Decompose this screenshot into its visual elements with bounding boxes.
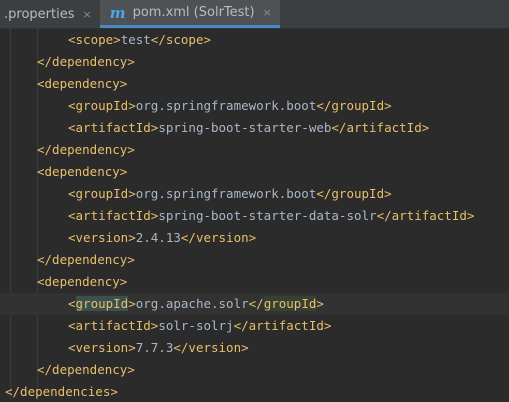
tab-label: pom.xml (SolrTest) [132, 5, 255, 20]
xml-tag: <scope> [68, 32, 121, 47]
xml-tag: > [316, 296, 324, 311]
xml-tag: <version> [68, 230, 136, 245]
xml-tag: </dependency> [37, 54, 135, 69]
code-line-6: </dependency> [0, 139, 509, 161]
xml-tag: <artifactId> [68, 318, 159, 333]
xml-tag: </dependency> [37, 362, 135, 377]
xml-text: org.springframework.boot [135, 98, 317, 113]
xml-tag: <version> [68, 340, 136, 355]
xml-tag: </artifactId> [233, 318, 332, 333]
code-line-7: <dependency> [0, 161, 509, 183]
tab-pom-xml[interactable]: m pom.xml (SolrTest) × [99, 0, 280, 28]
xml-tag: </version> [173, 340, 249, 355]
maven-file-icon: m [109, 3, 126, 22]
tab-properties[interactable]: .properties × [0, 0, 100, 28]
code-line-14: <artifactId>solr-solrj</artifactId> [0, 315, 509, 337]
code-line-17: </dependencies> [0, 381, 509, 402]
close-icon[interactable]: × [263, 6, 272, 19]
ide-window: .properties × m pom.xml (SolrTest) × <sc… [0, 0, 509, 402]
code-line-16: </dependency> [0, 359, 509, 381]
code-editor[interactable]: <scope>test</scope> </dependency> <depen… [0, 29, 509, 402]
xml-tag: <dependency> [37, 164, 128, 179]
matched-tag-name: groupId [263, 296, 317, 311]
xml-text: 7.7.3 [135, 340, 174, 355]
xml-tag: </version> [180, 230, 257, 245]
xml-tag: </groupId> [316, 186, 392, 201]
xml-text: solr-solrj [158, 318, 234, 333]
xml-text: spring-boot-starter-data-solr [158, 208, 377, 223]
xml-tag: </artifactId> [331, 120, 430, 135]
tab-label: .properties [4, 6, 75, 22]
xml-text: spring-boot-starter-web [158, 120, 332, 135]
code-line-8: <groupId>org.springframework.boot</group… [0, 183, 509, 205]
xml-tag: <artifactId> [68, 120, 159, 135]
xml-text: test [120, 32, 151, 47]
xml-tag: </dependency> [37, 252, 135, 267]
code-line-13: <groupId>org.apache.solr</groupId> [0, 293, 509, 315]
xml-tag: </ [248, 296, 264, 311]
code-line-4: <groupId>org.springframework.boot</group… [0, 95, 509, 117]
code-line-2: </dependency> [0, 51, 509, 73]
xml-tag: > [128, 296, 136, 311]
xml-tag: <groupId> [68, 186, 136, 201]
code-line-3: <dependency> [0, 73, 509, 95]
xml-tag: <artifactId> [68, 208, 159, 223]
xml-text: org.springframework.boot [135, 186, 317, 201]
editor-tab-bar: .properties × m pom.xml (SolrTest) × [0, 0, 509, 29]
code-line-1: <scope>test</scope> [0, 29, 509, 51]
code-line-12: <dependency> [0, 271, 509, 293]
xml-tag: < [68, 296, 76, 311]
xml-tag: <dependency> [37, 274, 128, 289]
code-line-9: <artifactId>spring-boot-starter-data-sol… [0, 205, 509, 227]
xml-text: 2.4.13 [135, 230, 181, 245]
xml-tag: </scope> [150, 32, 212, 47]
xml-tag: </artifactId> [376, 208, 475, 223]
xml-text: org.apache.solr [135, 296, 249, 311]
code-line-11: </dependency> [0, 249, 509, 271]
xml-tag: </dependencies> [5, 384, 118, 399]
matched-tag-name: groupId [75, 296, 129, 311]
xml-tag: </groupId> [316, 98, 392, 113]
xml-tag: <dependency> [37, 76, 128, 91]
code-line-5: <artifactId>spring-boot-starter-web</art… [0, 117, 509, 139]
close-icon[interactable]: × [82, 8, 91, 21]
xml-tag: </dependency> [37, 142, 135, 157]
code-line-15: <version>7.7.3</version> [0, 337, 509, 359]
xml-tag: <groupId> [68, 98, 136, 113]
code-line-10: <version>2.4.13</version> [0, 227, 509, 249]
